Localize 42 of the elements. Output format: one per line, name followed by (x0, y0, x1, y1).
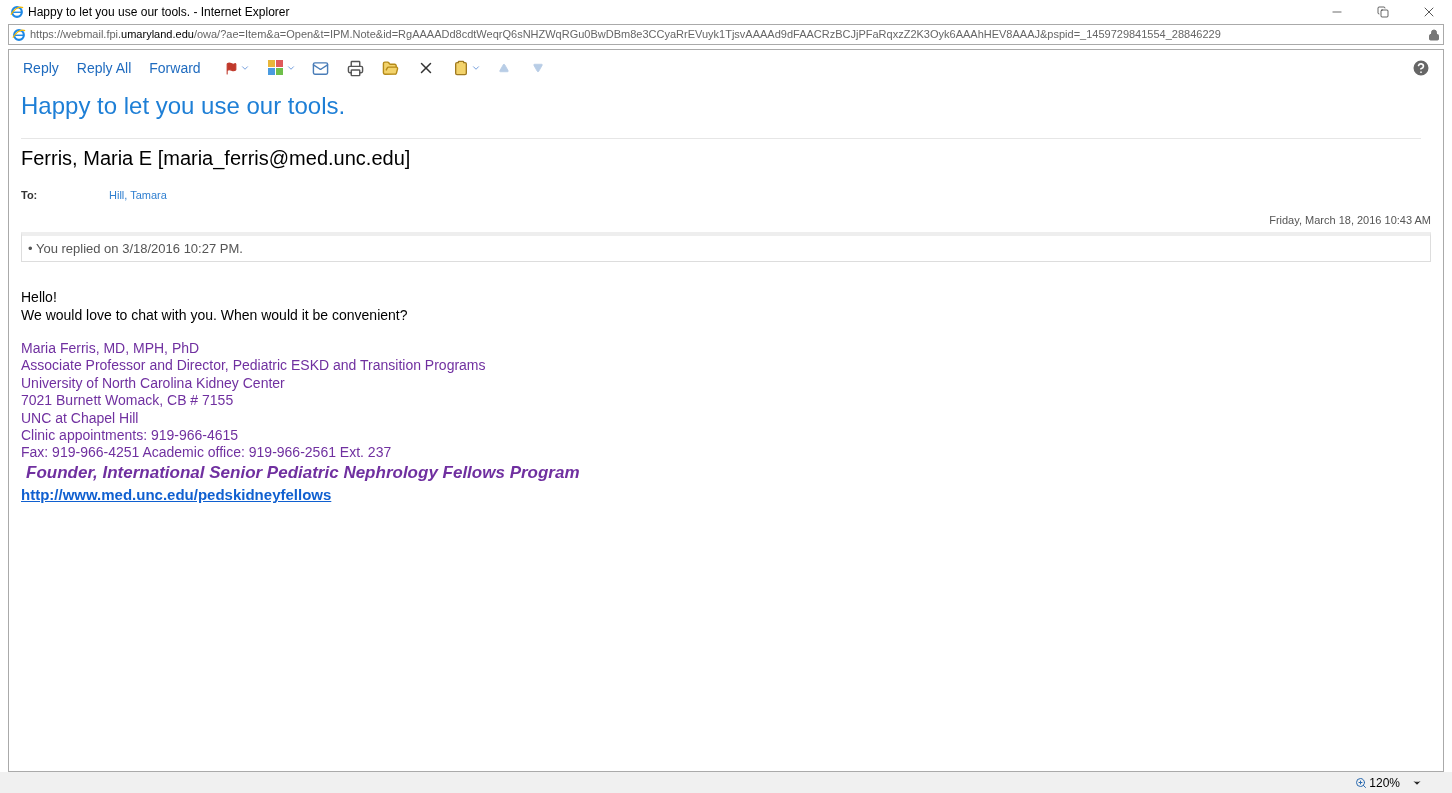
address-bar[interactable]: https://webmail.fpi.umaryland.edu/owa/?ae=Item&a=Open&t=IPM.Note&id=RgAAAADd8cdtWeqrQ6sNHZWqRGu0BwDBm8e3CCyaRrEVuyk1TjsvAAAAd9dFAACRzBCJjPFaRqxzZ2K3Oyk6AAAhHEV8AAAJ&pspid=_1459729841554_28846229 (8, 24, 1444, 45)
zoom-level[interactable]: 120% (1369, 773, 1400, 792)
clipboard-icon[interactable] (452, 60, 469, 76)
caret-icon[interactable] (470, 63, 481, 73)
print-icon[interactable] (346, 59, 364, 77)
url-text: https://webmail.fpi.umaryland.edu/owa/?ae=Item&a=Open&t=IPM.Note&id=RgAAAADd8cdtWeqrQ6sNHZWqRGu0BwDBm8e3CCyaRrEVuyk1TjsvAAAAd9dFAACRzBCJjPFaRqxzZ2K3Oyk6AAAhHEV8AAAJ&pspid=_1459729841554_28846229 (30, 27, 1221, 43)
clipboard-dropdown[interactable] (452, 60, 481, 76)
signature-line: Fax: 919-966-4251 Academic office: 919-966-2561 Ext. 237 (21, 444, 393, 462)
browser-logo-icon (10, 5, 24, 19)
mail-icon[interactable] (311, 59, 329, 77)
window-title: Happy to let you use our tools. - Internet Explorer (28, 4, 290, 21)
founder-line: Founder, International Senior Pediatric Nephrology Fellows Program (25, 461, 581, 483)
recipient-link[interactable]: Hill, Tamara (109, 187, 167, 204)
toolbar-link[interactable]: Reply (21, 57, 61, 79)
to-label: To: (21, 188, 39, 203)
sent-date: Friday, March 18, 2016 10:43 AM (1269, 212, 1431, 228)
sender-name: Ferris, Maria E [maria_ferris@med.unc.edu] (21, 146, 412, 172)
restore-icon[interactable] (1377, 6, 1389, 18)
info-bar: • You replied on 3/18/2016 10:27 PM. (21, 232, 1431, 262)
signature-line: Associate Professor and Director, Pediatric ESKD and Transition Programs (21, 357, 487, 375)
toolbar-link[interactable]: Reply All (74, 57, 134, 79)
lock-icon (1428, 28, 1440, 41)
signature-line: University of North Carolina Kidney Center (21, 374, 286, 393)
web-link[interactable]: http://www.med.unc.edu/pedskidneyfellows (21, 485, 332, 503)
body-text: Hello! (21, 288, 58, 306)
browser-logo-icon (12, 27, 26, 42)
signature-line: UNC at Chapel Hill (21, 409, 140, 428)
folder-icon[interactable] (381, 59, 399, 77)
toolbar-link[interactable]: Forward (147, 57, 203, 79)
categories-icon[interactable] (267, 60, 284, 76)
help-icon[interactable] (1411, 58, 1431, 78)
flag-dropdown[interactable] (224, 61, 250, 75)
subject-heading: Happy to let you use our tools. (21, 91, 347, 121)
caret-icon[interactable] (239, 63, 250, 73)
categories-dropdown[interactable] (267, 60, 296, 76)
signature-line: Maria Ferris, MD, MPH, PhD (21, 340, 201, 358)
signature-line: Clinic appointments: 919-966-4615 (21, 427, 240, 445)
signature-line: 7021 Burnett Womack, CB # 7155 (21, 392, 235, 410)
zoom-icon (1355, 776, 1368, 789)
flag-icon[interactable] (224, 61, 238, 75)
body-text: We would love to chat with you. When would it be convenient? (21, 306, 409, 324)
caret-icon[interactable] (285, 63, 296, 73)
